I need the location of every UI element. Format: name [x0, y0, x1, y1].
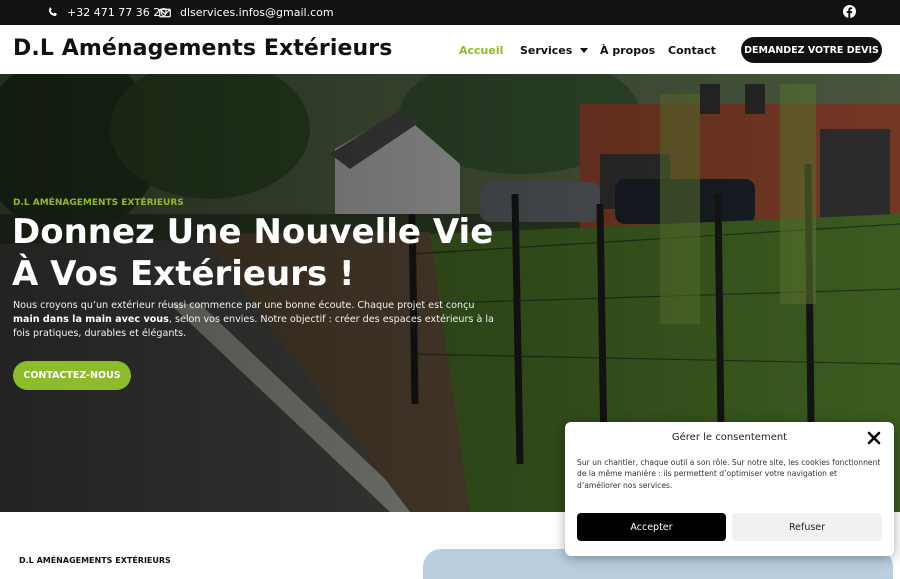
facebook-icon[interactable]	[843, 5, 856, 18]
site-header: D.L Aménagements Extérieurs Accueil Serv…	[0, 25, 900, 74]
chevron-down-icon	[580, 48, 589, 53]
nav-services-label: Services	[520, 44, 573, 57]
hero-title: Donnez Une Nouvelle Vie À Vos Extérieurs…	[12, 211, 532, 295]
hero-description: Nous croyons qu’un extérieur réussi comm…	[13, 299, 498, 341]
nav-about[interactable]: À propos	[600, 44, 655, 57]
nav-contact[interactable]: Contact	[668, 44, 716, 57]
phone-link[interactable]: +32 471 77 36 20	[47, 6, 167, 19]
consent-title: Gérer le consentement	[671, 432, 788, 443]
nav-home[interactable]: Accueil	[459, 44, 503, 57]
hero-description-part-1: Nous croyons qu’un extérieur réussi comm…	[13, 300, 475, 311]
email-address[interactable]: dlservices.infos@gmail.com	[180, 6, 334, 19]
top-bar: +32 471 77 36 20 dlservices.infos@gmail.…	[0, 0, 900, 25]
phone-icon	[48, 7, 57, 17]
hero-eyebrow: D.L AMÉNAGEMENTS EXTÉRIEURS	[13, 198, 184, 208]
nav-services[interactable]: Services	[520, 44, 589, 57]
consent-dialog: Gérer le consentement Sur un chantier, c…	[565, 422, 894, 556]
site-logo[interactable]: D.L Aménagements Extérieurs	[13, 36, 392, 61]
envelope-icon	[159, 8, 171, 17]
section-title: D.L AMÉNAGEMENTS EXTÉRIEURS	[19, 556, 171, 565]
hero-title-line-1: Donnez Une Nouvelle Vie	[12, 212, 494, 252]
refuse-button[interactable]: Refuser	[732, 513, 882, 541]
quote-request-button[interactable]: DEMANDEZ VOTRE DEVIS	[741, 37, 882, 63]
email-link[interactable]: dlservices.infos@gmail.com	[159, 6, 334, 19]
hero-title-line-2: À Vos Extérieurs !	[12, 254, 355, 294]
consent-text: Sur un chantier, chaque outil a son rôle…	[577, 458, 881, 490]
contact-us-button[interactable]: CONTACTEZ-NOUS	[13, 361, 131, 390]
accept-button[interactable]: Accepter	[577, 513, 726, 541]
close-icon[interactable]	[867, 431, 881, 445]
phone-number[interactable]: +32 471 77 36 20	[67, 6, 167, 19]
hero-description-bold: main dans la main avec vous	[13, 314, 169, 325]
